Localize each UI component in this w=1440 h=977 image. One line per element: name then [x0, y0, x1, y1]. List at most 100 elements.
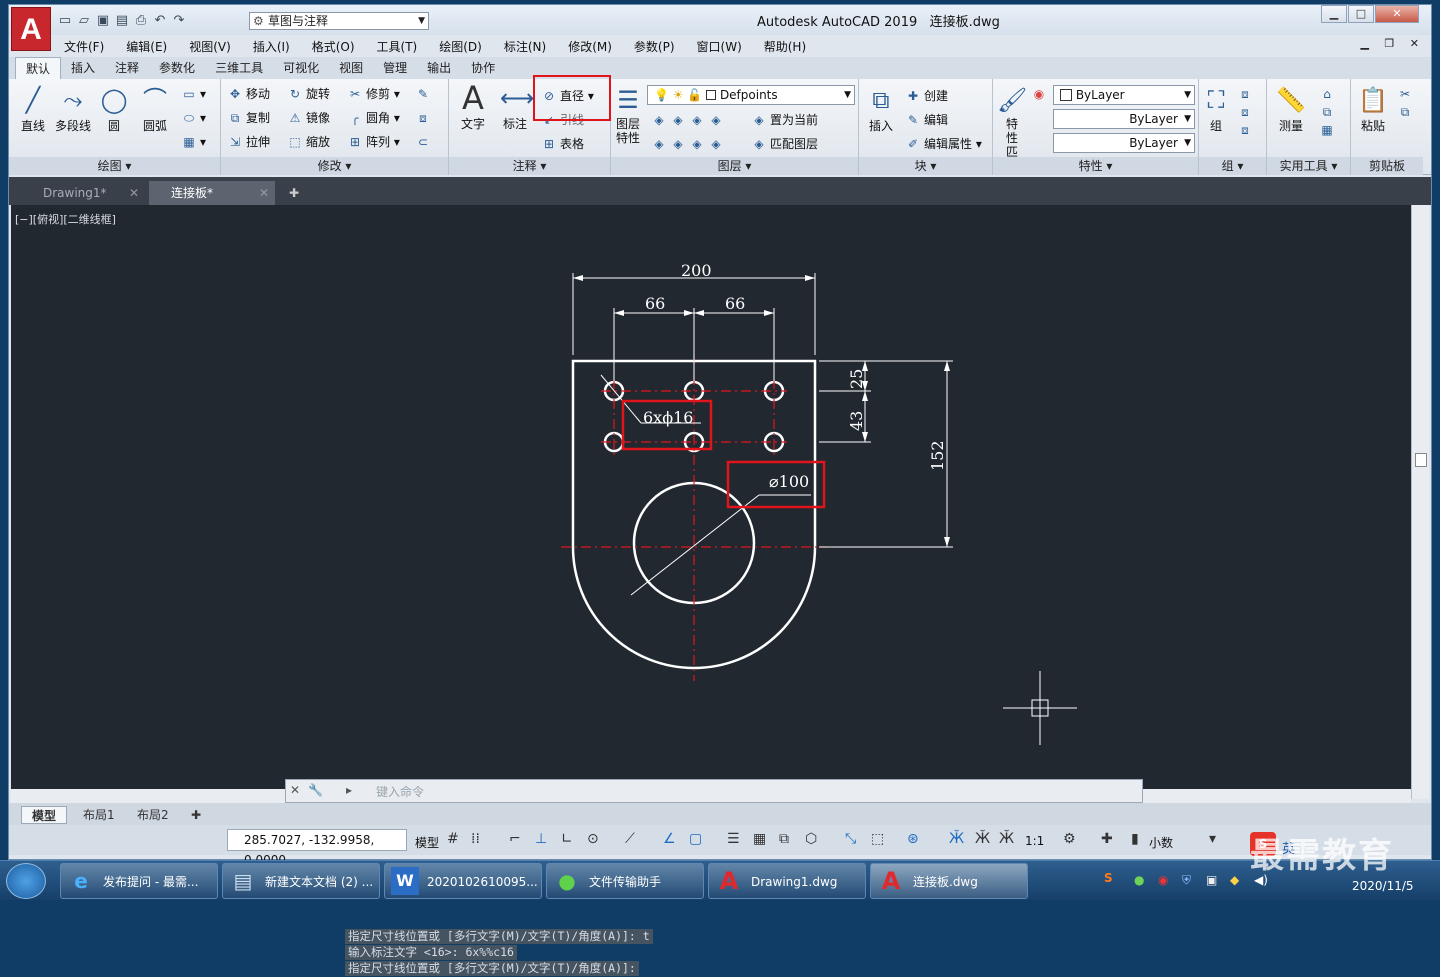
netease-icon[interactable]: ◉: [1158, 873, 1168, 887]
start-button[interactable]: [6, 863, 46, 899]
circle-button[interactable]: ◯ 圆: [99, 85, 129, 134]
wechat-tray-icon[interactable]: ●: [1134, 873, 1144, 887]
tab-visualize[interactable]: 可视化: [273, 57, 329, 79]
taskbar-item-wechat[interactable]: ● 文件传输助手: [546, 863, 704, 899]
layer-dropdown[interactable]: 💡 ☀ 🔓 Defpoints ▼: [647, 85, 855, 105]
modify-panel-label[interactable]: 修改 ▾: [221, 157, 448, 175]
group-tools[interactable]: ⧈ ⧈ ⧈: [1237, 85, 1256, 139]
line-button[interactable]: ╱ 直线: [15, 85, 51, 134]
array-button[interactable]: ⊞ 阵列 ▾: [347, 133, 400, 151]
quick-properties-icon[interactable]: ▾: [1209, 831, 1216, 847]
measure-button[interactable]: 📏 测量: [1271, 85, 1311, 134]
wrench-icon[interactable]: 🔧: [308, 783, 323, 797]
model-space-toggle[interactable]: 模型: [415, 834, 439, 851]
scale-button[interactable]: ⬚ 缩放: [287, 133, 330, 151]
polyline-button[interactable]: ⤳ 多段线: [53, 85, 93, 134]
gizmo-icon[interactable]: ⊛: [907, 831, 919, 847]
menu-dimension[interactable]: 标注(N): [493, 37, 557, 57]
move-button[interactable]: ✥ 移动: [227, 85, 270, 103]
menu-modify[interactable]: 修改(M): [557, 37, 623, 57]
text-button[interactable]: A 文字: [455, 82, 491, 132]
color-dropdown[interactable]: ByLayer ▼: [1053, 85, 1195, 105]
erase-icon[interactable]: ✎: [415, 85, 434, 103]
layer-properties-button[interactable]: ☰ 图层特性: [613, 85, 643, 145]
hatch-icon[interactable]: ▦ ▾: [181, 133, 206, 151]
linetype-dropdown[interactable]: ByLayer ▼: [1053, 109, 1195, 129]
redo-icon[interactable]: ↷: [171, 13, 187, 29]
properties-panel-label[interactable]: 特性 ▾: [993, 157, 1198, 175]
insert-block-button[interactable]: ⧉ 插入: [863, 85, 899, 134]
tab-model[interactable]: 模型: [21, 806, 68, 824]
menu-format[interactable]: 格式(O): [301, 37, 366, 57]
mirror-button[interactable]: ⚠ 镜像: [287, 109, 330, 127]
ellipse-icon[interactable]: ⬭ ▾: [181, 109, 206, 127]
object-snap-icon[interactable]: ▢: [689, 831, 702, 847]
table-button[interactable]: ⊞ 表格: [541, 135, 584, 153]
close-icon[interactable]: ✕: [129, 181, 139, 205]
network-icon[interactable]: ▣: [1206, 873, 1217, 887]
open-file-icon[interactable]: ▱: [76, 13, 92, 29]
grid-icon[interactable]: #: [447, 831, 459, 847]
tab-3d-tools[interactable]: 三维工具: [205, 57, 273, 79]
tab-parametric[interactable]: 参数化: [149, 57, 205, 79]
qq-icon[interactable]: ◆: [1230, 873, 1239, 887]
edit-attributes-button[interactable]: ✐ 编辑属性 ▾: [905, 135, 982, 153]
menu-view[interactable]: 视图(V): [178, 37, 242, 57]
transparency-icon[interactable]: ▦: [753, 831, 766, 847]
workspace-gear-icon[interactable]: ⚙: [1063, 831, 1076, 847]
tab-insert[interactable]: 插入: [61, 57, 105, 79]
offset-icon[interactable]: ⊂: [415, 133, 434, 151]
create-block-button[interactable]: ✚ 创建: [905, 87, 948, 105]
menu-tools[interactable]: 工具(T): [366, 37, 429, 57]
arc-button[interactable]: ⌒ 圆弧: [137, 85, 173, 134]
command-line-input[interactable]: ✕ 🔧 ▸ 键入命令: [285, 779, 1143, 803]
minimize-button[interactable]: ▁: [1321, 5, 1347, 23]
dynamic-input-icon[interactable]: ⊥: [535, 831, 547, 847]
tab-home[interactable]: 默认: [15, 57, 62, 79]
paste-button[interactable]: 📋 粘贴: [1355, 85, 1391, 134]
close-button[interactable]: ✕: [1375, 5, 1419, 23]
tab-annotate[interactable]: 注释: [105, 57, 149, 79]
taskbar-item-word[interactable]: W 2020102610095...: [384, 863, 542, 899]
taskbar-item-drawing1[interactable]: A Drawing1.dwg: [708, 863, 866, 899]
trim-button[interactable]: ✂ 修剪 ▾: [347, 85, 400, 103]
annotation-monitor-icon[interactable]: ✚: [1101, 831, 1113, 847]
doc-tab-drawing1[interactable]: Drawing1* ✕: [21, 181, 145, 205]
layer-tools-row-2[interactable]: ◈ ◈ ◈ ◈: [651, 135, 727, 153]
utility-tools[interactable]: ⌂ ⧉ ▦: [1319, 85, 1338, 139]
set-current-button[interactable]: ◈ 置为当前: [751, 111, 818, 129]
isodraft-icon[interactable]: ⟋: [625, 831, 635, 847]
rectangle-icon[interactable]: ▭ ▾: [181, 85, 206, 103]
block-panel-label[interactable]: 块 ▾: [859, 157, 992, 175]
tab-manage[interactable]: 管理: [373, 57, 417, 79]
menu-draw[interactable]: 绘图(D): [428, 37, 493, 57]
shield-icon[interactable]: ⛨: [1182, 873, 1191, 888]
taskbar-item-connecting-plate[interactable]: A 连接板.dwg: [870, 863, 1028, 899]
groups-panel-label[interactable]: 组 ▾: [1199, 157, 1266, 175]
group-button[interactable]: ⛶ 组: [1201, 85, 1231, 134]
edit-block-button[interactable]: ✎ 编辑: [905, 111, 948, 129]
object-snap-tracking-icon[interactable]: ∠: [663, 831, 676, 847]
plot-icon[interactable]: ⎙: [133, 13, 149, 29]
taskbar-item-ie[interactable]: e 发布提问 - 最需...: [60, 863, 218, 899]
undo-icon[interactable]: ↶: [152, 13, 168, 29]
ortho-icon[interactable]: ∟: [561, 831, 573, 847]
save-as-icon[interactable]: ▤: [114, 13, 130, 29]
tab-layout1[interactable]: 布局1: [73, 806, 125, 824]
mdi-controls[interactable]: ▁ ❐ ✕: [1360, 37, 1425, 50]
layer-tools-row-1[interactable]: ◈ ◈ ◈ ◈: [651, 111, 727, 129]
vertical-scrollbar[interactable]: [1411, 205, 1429, 799]
menu-help[interactable]: 帮助(H): [753, 37, 817, 57]
close-icon[interactable]: ✕: [259, 181, 269, 205]
layers-panel-label[interactable]: 图层 ▾: [611, 157, 858, 175]
snap-icon[interactable]: ⁞⁞: [471, 831, 480, 847]
match-layer-button[interactable]: ◈ 匹配图层: [751, 135, 818, 153]
color-wheel-icon[interactable]: ◉: [1031, 85, 1050, 103]
taskbar-item-notepad[interactable]: ▤ 新建文本文档 (2) ...: [222, 863, 380, 899]
units-value[interactable]: 小数: [1149, 834, 1173, 851]
fillet-button[interactable]: ╭ 圆角 ▾: [347, 109, 399, 127]
close-icon[interactable]: ✕: [290, 783, 300, 797]
annotation-panel-label[interactable]: 注释 ▾: [449, 157, 610, 175]
dynamic-ucs-icon[interactable]: ⤡: [845, 831, 856, 847]
polar-tracking-icon[interactable]: ⊙: [587, 831, 599, 847]
